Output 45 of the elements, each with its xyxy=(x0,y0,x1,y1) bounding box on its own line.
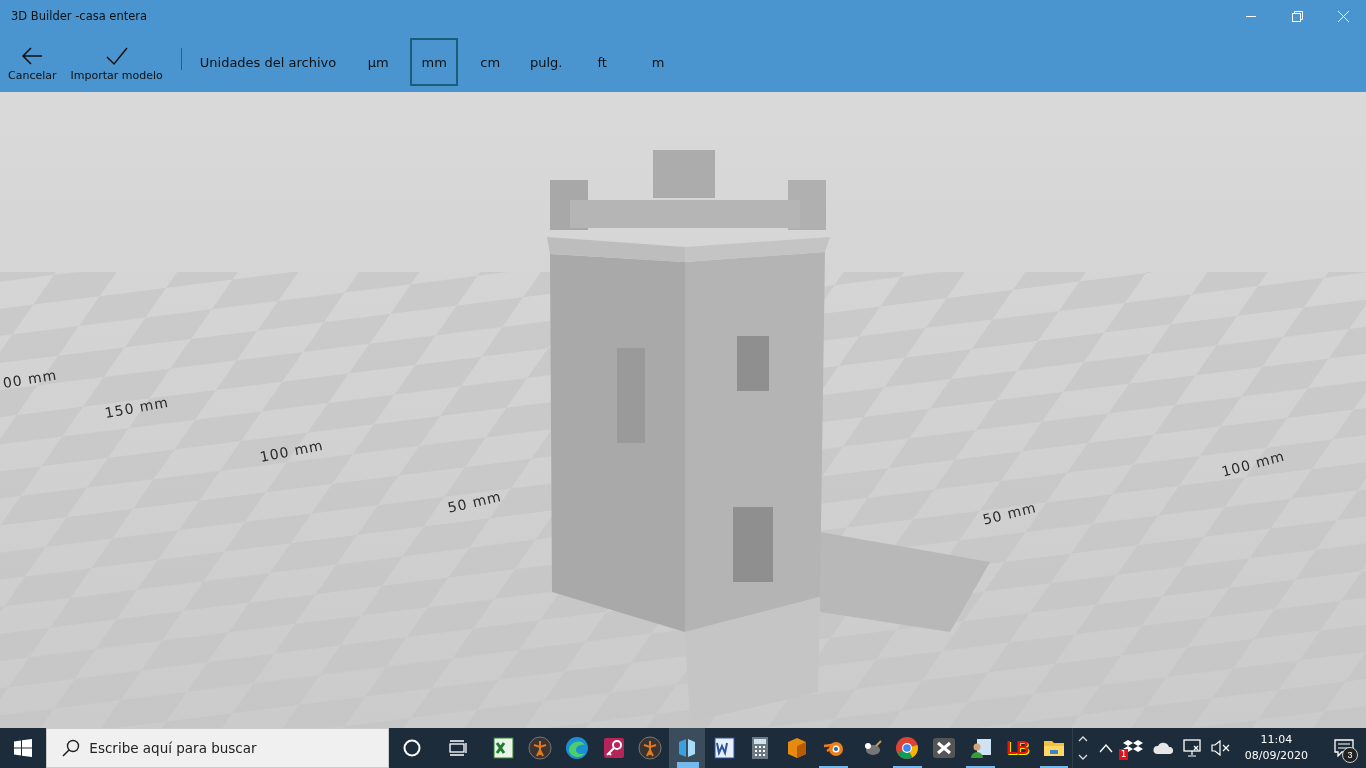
app-logo-text: LB xyxy=(1006,737,1029,759)
unit-option[interactable]: cm xyxy=(466,38,515,86)
volume-muted-icon[interactable] xyxy=(1210,740,1231,756)
scale-label: 50 mm xyxy=(981,499,1038,528)
unit-option[interactable]: ft xyxy=(578,38,627,86)
unit-option[interactable]: µm xyxy=(354,38,403,86)
import-button[interactable]: Importar modelo xyxy=(70,42,163,82)
search-icon xyxy=(62,739,81,757)
checkmark-icon xyxy=(104,46,129,66)
notifications-button[interactable]: 3 xyxy=(1322,728,1366,768)
restore-icon xyxy=(1291,10,1303,22)
network-icon[interactable] xyxy=(1182,739,1203,757)
unit-option[interactable]: m xyxy=(634,38,683,86)
scale-label: 00 mm xyxy=(1,366,59,391)
scale-label: 100 mm xyxy=(1219,447,1287,480)
back-arrow-icon xyxy=(20,46,45,66)
spreadsheet-app-icon xyxy=(491,736,516,760)
human-figure-icon xyxy=(528,736,553,760)
scale-label: 100 mm xyxy=(258,436,325,465)
circle-icon xyxy=(402,738,423,758)
close-icon xyxy=(1337,10,1349,22)
browser-icon xyxy=(895,736,920,760)
browser-icon xyxy=(564,736,589,760)
human-figure-icon xyxy=(638,736,663,760)
cloud-icon[interactable] xyxy=(1152,741,1175,755)
person-icon xyxy=(968,736,993,760)
task-view-icon xyxy=(447,739,468,757)
x-app-icon xyxy=(931,736,956,760)
window-title: 3D Builder -casa entera xyxy=(11,9,149,23)
clock[interactable]: 11:04 08/09/2020 xyxy=(1238,732,1315,764)
unit-option[interactable]: mm xyxy=(410,38,459,86)
taskbar-app[interactable] xyxy=(668,728,706,768)
unit-option[interactable]: pulg. xyxy=(522,38,571,86)
message-icon xyxy=(1334,739,1355,757)
cancel-button[interactable]: Cancelar xyxy=(8,42,57,82)
notification-badge: 1 xyxy=(1118,749,1129,760)
taskbar-app[interactable]: LB xyxy=(999,728,1036,768)
document-app-icon xyxy=(711,736,736,760)
scale-label: 150 mm xyxy=(103,393,170,421)
scale-label: 50 mm xyxy=(446,487,503,516)
show-hidden-icons-button[interactable] xyxy=(1098,743,1113,753)
windows-logo-icon xyxy=(14,739,33,757)
file-units-label: Unidades del archivo xyxy=(199,54,337,70)
search-field[interactable]: Escribe aquí para buscar xyxy=(46,728,390,768)
key-icon xyxy=(601,736,626,760)
